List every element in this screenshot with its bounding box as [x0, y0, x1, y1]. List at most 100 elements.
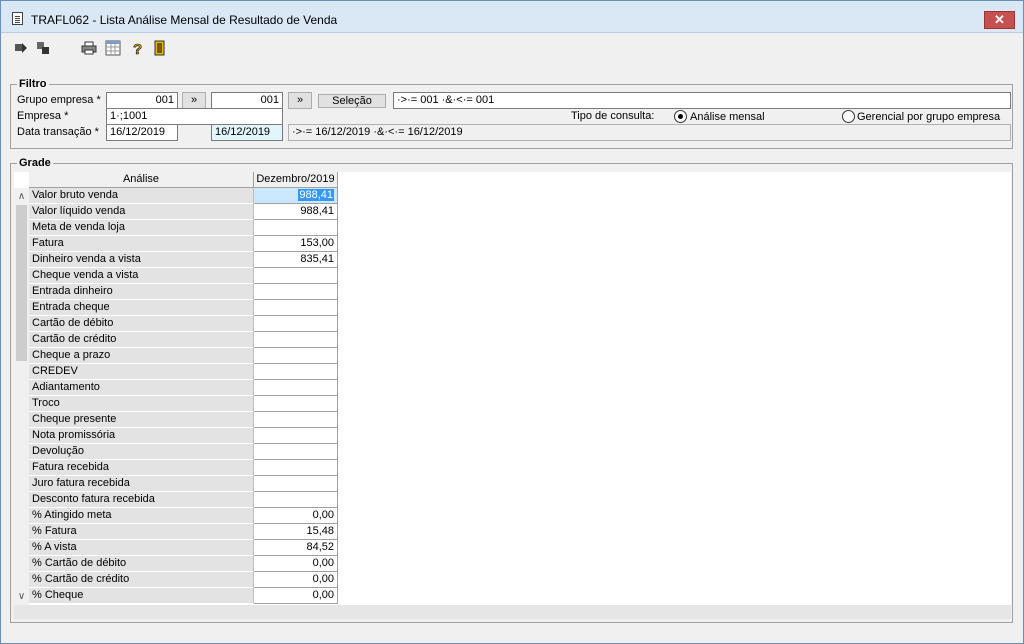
row-value-cell[interactable]: 988,41: [254, 188, 338, 204]
row-value-cell[interactable]: 0,00: [254, 556, 338, 572]
row-value: 0,00: [312, 573, 334, 585]
row-value-cell[interactable]: [254, 316, 338, 332]
help-icon[interactable]: ?: [129, 40, 145, 56]
row-label: Cartão de crédito: [29, 332, 254, 348]
row-value-cell[interactable]: [254, 300, 338, 316]
row-label: % A vista: [29, 540, 254, 556]
analise-mensal-label: Análise mensal: [690, 111, 765, 123]
row-label: Dinheiro venda a vista: [29, 252, 254, 268]
row-value-cell[interactable]: [254, 348, 338, 364]
row-value-cell[interactable]: 0,00: [254, 588, 338, 604]
selecao-button[interactable]: Seleção: [318, 94, 386, 108]
row-value-cell[interactable]: 0,00: [254, 508, 338, 524]
grupo-expression-field[interactable]: ·>·= 001 ·&·<·= 001: [393, 92, 1011, 109]
row-value: 84,52: [306, 541, 334, 553]
grid-legend: Grade: [19, 157, 51, 169]
row-label: Devolução: [29, 444, 254, 460]
row-value-cell[interactable]: [254, 412, 338, 428]
row-value: 15,48: [306, 525, 334, 537]
row-value-cell[interactable]: 988,41: [254, 204, 338, 220]
grupo-to-lookup-button[interactable]: »: [288, 92, 312, 109]
row-label: % Cheque: [29, 588, 254, 604]
row-value: 988,41: [300, 205, 334, 217]
document-icon: [12, 12, 23, 25]
grupo-empresa-label: Grupo empresa *: [17, 94, 101, 106]
toolbar: ?: [1, 34, 1023, 62]
row-value-cell[interactable]: [254, 428, 338, 444]
data-to-input[interactable]: 16/12/2019: [211, 124, 283, 141]
row-label: Troco: [29, 396, 254, 412]
row-label: Fatura: [29, 236, 254, 252]
column-header-analise[interactable]: Análise: [29, 172, 254, 188]
row-value-cell[interactable]: [254, 492, 338, 508]
scroll-down-icon[interactable]: ∨: [14, 590, 29, 604]
grupo-from-lookup-button[interactable]: »: [182, 92, 206, 109]
empresa-input[interactable]: 1·;1001: [106, 108, 283, 125]
row-label: Meta de venda loja: [29, 220, 254, 236]
row-label: Cheque a prazo: [29, 348, 254, 364]
row-label: Entrada cheque: [29, 300, 254, 316]
row-label: Fatura recebida: [29, 460, 254, 476]
row-value-cell[interactable]: [254, 444, 338, 460]
first-record-icon[interactable]: [13, 40, 29, 56]
row-label: Valor bruto venda: [29, 188, 254, 204]
data-from-input[interactable]: 16/12/2019: [106, 124, 178, 141]
row-value-cell[interactable]: [254, 220, 338, 236]
row-value-cell[interactable]: [254, 364, 338, 380]
calculator-icon[interactable]: [105, 40, 121, 56]
row-value-cell[interactable]: [254, 476, 338, 492]
gerencial-label: Gerencial por grupo empresa: [857, 111, 1001, 123]
data-transacao-label: Data transação *: [17, 126, 99, 138]
row-value-cell[interactable]: 0,00: [254, 572, 338, 588]
row-label: Cartão de débito: [29, 316, 254, 332]
row-label: Adiantamento: [29, 380, 254, 396]
grid-footer: [14, 605, 1011, 619]
row-value: 988,41: [298, 189, 334, 201]
scroll-up-icon[interactable]: ∧: [14, 190, 29, 204]
row-value: 835,41: [300, 253, 334, 265]
window-title: TRAFL062 - Lista Análise Mensal de Resul…: [31, 13, 338, 27]
grupo-empresa-from-input[interactable]: 001: [106, 92, 178, 109]
row-value-cell[interactable]: 84,52: [254, 540, 338, 556]
svg-text:?: ?: [133, 41, 142, 56]
gerencial-radio[interactable]: [842, 110, 855, 123]
row-value-cell[interactable]: [254, 268, 338, 284]
row-label: % Cartão de débito: [29, 556, 254, 572]
grupo-empresa-to-input[interactable]: 001: [211, 92, 283, 109]
row-value-cell[interactable]: [254, 460, 338, 476]
row-label: Juro fatura recebida: [29, 476, 254, 492]
row-value-cell[interactable]: [254, 332, 338, 348]
column-header-dezembro[interactable]: Dezembro/2019: [254, 172, 338, 188]
data-grid: Análise Dezembro/2019 ∧ ∨ Valor bruto ve…: [14, 172, 1011, 605]
row-value-cell[interactable]: [254, 380, 338, 396]
row-value-cell[interactable]: [254, 284, 338, 300]
vertical-scrollbar[interactable]: ∧ ∨: [14, 188, 29, 605]
row-value-cell[interactable]: 15,48: [254, 524, 338, 540]
title-bar: TRAFL062 - Lista Análise Mensal de Resul…: [1, 1, 1023, 33]
row-value-cell[interactable]: [254, 396, 338, 412]
main-window: TRAFL062 - Lista Análise Mensal de Resul…: [0, 0, 1024, 644]
row-value-cell[interactable]: 153,00: [254, 236, 338, 252]
filter-legend: Filtro: [19, 78, 47, 90]
row-value: 0,00: [312, 589, 334, 601]
row-label: Cheque venda a vista: [29, 268, 254, 284]
scroll-thumb[interactable]: [16, 205, 27, 361]
row-label: % Fatura: [29, 524, 254, 540]
row-value: 153,00: [300, 237, 334, 249]
close-button[interactable]: ✕: [984, 11, 1015, 29]
empresa-label: Empresa *: [17, 110, 69, 122]
print-icon[interactable]: [81, 40, 97, 56]
row-label: % Cartão de crédito: [29, 572, 254, 588]
row-label: % Atingido meta: [29, 508, 254, 524]
row-value: 0,00: [312, 557, 334, 569]
row-label: Desconto fatura recebida: [29, 492, 254, 508]
exit-door-icon[interactable]: [152, 40, 168, 56]
copy-icon[interactable]: [35, 40, 51, 56]
row-label: CREDEV: [29, 364, 254, 380]
analise-mensal-radio[interactable]: [674, 110, 687, 123]
tipo-consulta-label: Tipo de consulta:: [571, 110, 655, 122]
row-label: Nota promissória: [29, 428, 254, 444]
row-value-cell[interactable]: 835,41: [254, 252, 338, 268]
data-expression-field: ·>·= 16/12/2019 ·&·<·= 16/12/2019: [288, 124, 1011, 141]
row-label: Valor líquido venda: [29, 204, 254, 220]
